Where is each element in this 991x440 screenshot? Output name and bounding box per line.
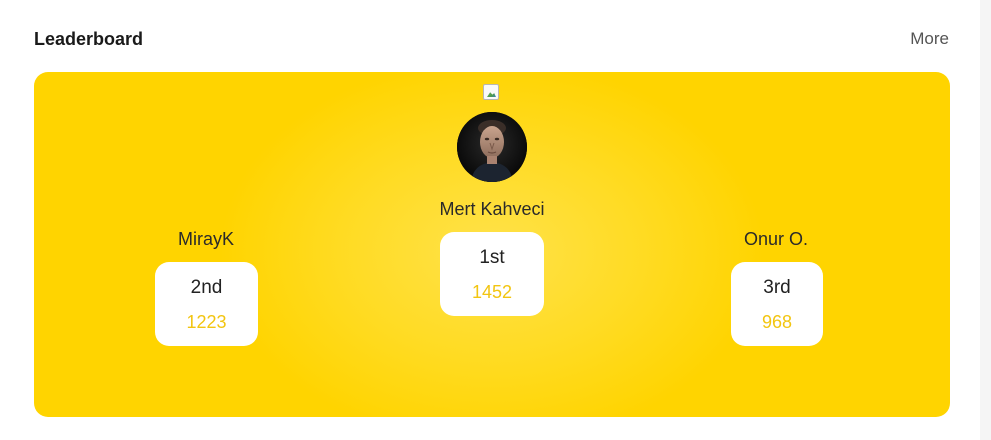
first-place-rank: 1st: [479, 247, 505, 268]
second-place-card: 2nd 1223: [155, 262, 258, 346]
third-place-name: Onur O.: [743, 229, 809, 249]
second-place-name: MirayK: [177, 229, 234, 249]
leaderboard-podium: Mert Kahveci 1st 1452 MirayK 2nd 1223 On…: [34, 72, 950, 417]
leaderboard-card: Leaderboard More Mert Kahveci 1st 1452 M…: [0, 0, 980, 440]
broken-image-icon: [483, 84, 499, 100]
first-place-card: 1st 1452: [440, 232, 544, 316]
first-place-name: Mert Kahveci: [439, 199, 545, 219]
third-place-score: 968: [761, 312, 793, 332]
first-place-avatar[interactable]: [457, 112, 527, 182]
second-place-rank: 2nd: [190, 277, 223, 298]
avatar-photo: [457, 112, 527, 182]
first-place-score: 1452: [471, 282, 513, 302]
third-place-card: 3rd 968: [731, 262, 823, 346]
second-place-score: 1223: [186, 312, 227, 332]
more-link[interactable]: More: [910, 29, 949, 49]
third-place-rank: 3rd: [763, 277, 791, 298]
leaderboard-title: Leaderboard: [34, 29, 144, 49]
